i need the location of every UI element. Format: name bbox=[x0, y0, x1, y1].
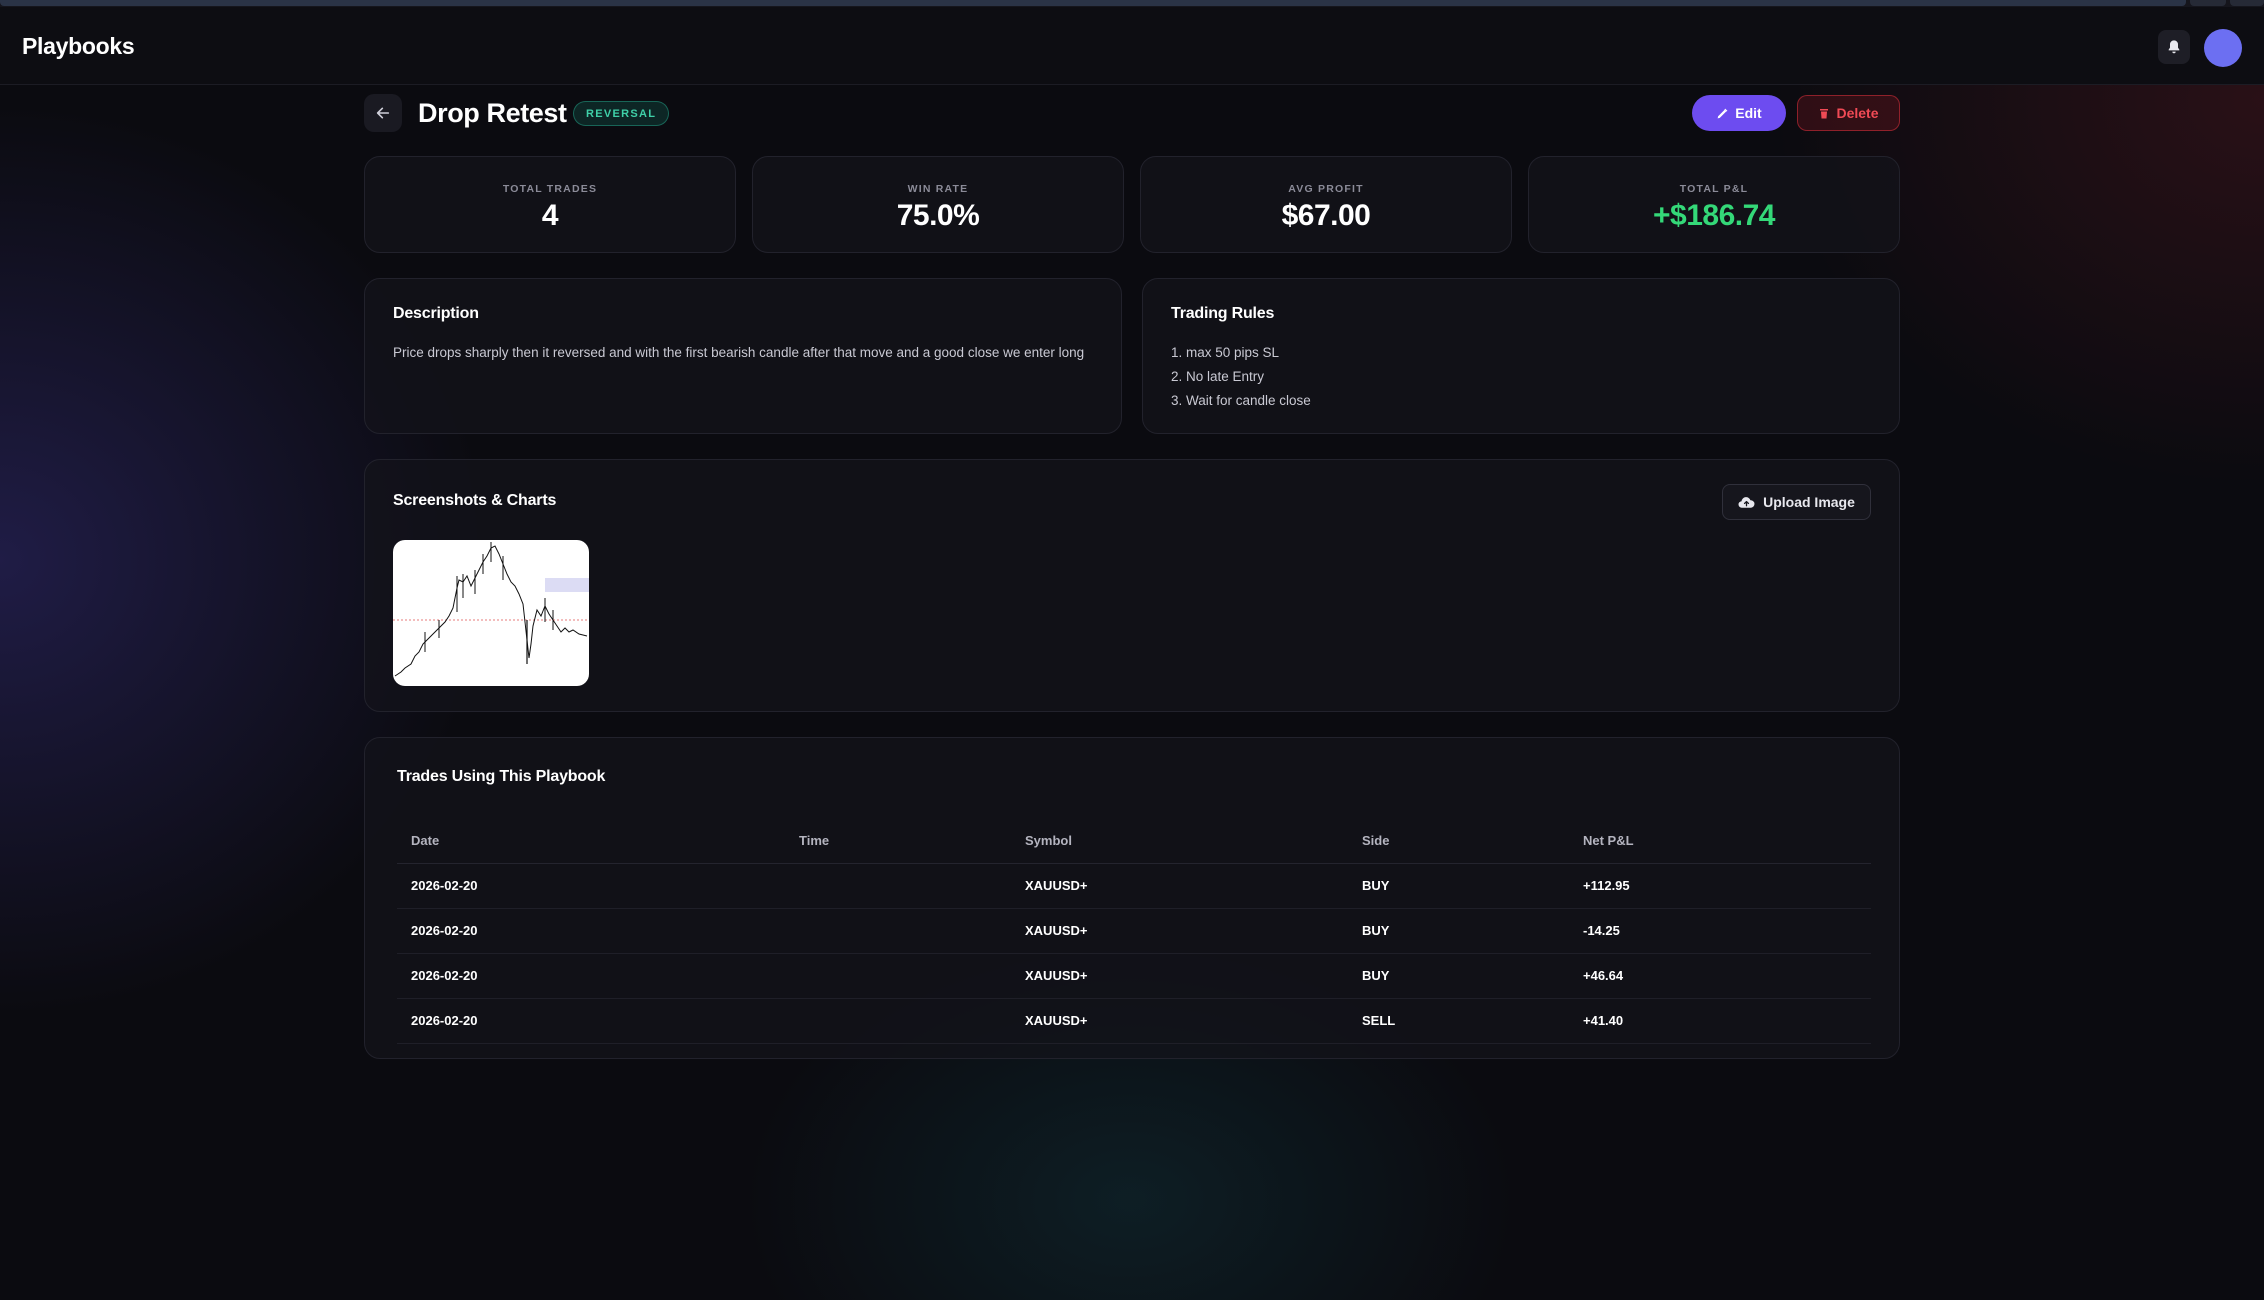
notifications-button[interactable] bbox=[2158, 30, 2190, 64]
stat-value: $67.00 bbox=[1281, 199, 1371, 232]
cell-date: 2026-02-20 bbox=[397, 953, 785, 999]
stat-card-total-trades: TOTAL TRADES 4 bbox=[364, 156, 736, 253]
stat-value: +$186.74 bbox=[1653, 199, 1775, 232]
column-header-date[interactable]: Date bbox=[397, 818, 785, 864]
page-header: Drop Retest REVERSAL Edit Delete bbox=[364, 92, 1900, 136]
browser-top-strip bbox=[0, 0, 2264, 7]
rule-item: 3. Wait for candle close bbox=[1171, 393, 1311, 408]
cell-symbol: XAUUSD+ bbox=[1011, 998, 1348, 1044]
table-row[interactable]: 2026-02-20 XAUUSD+ BUY -14.25 bbox=[397, 908, 1871, 954]
rule-item: 1. max 50 pips SL bbox=[1171, 345, 1280, 360]
cell-symbol: XAUUSD+ bbox=[1011, 908, 1348, 954]
cell-net-pnl: +112.95 bbox=[1569, 863, 1871, 909]
table-header-row: Date Time Symbol Side Net P&L bbox=[397, 818, 1871, 864]
category-tag: REVERSAL bbox=[573, 101, 670, 126]
upload-label: Upload Image bbox=[1763, 494, 1855, 510]
progress-strip bbox=[0, 0, 2186, 6]
cell-time bbox=[785, 998, 1011, 1044]
cell-net-pnl: -14.25 bbox=[1569, 908, 1871, 954]
cell-date: 2026-02-20 bbox=[397, 908, 785, 954]
stat-label: TOTAL TRADES bbox=[502, 183, 598, 195]
strip-segment bbox=[2190, 0, 2226, 6]
table-row[interactable]: 2026-02-20 XAUUSD+ BUY +112.95 bbox=[397, 863, 1871, 909]
upload-image-button[interactable]: Upload Image bbox=[1722, 484, 1871, 520]
bell-icon bbox=[2168, 40, 2180, 54]
description-card: Description Price drops sharply then it … bbox=[364, 278, 1122, 434]
stat-card-total-pnl: TOTAL P&L +$186.74 bbox=[1528, 156, 1900, 253]
strip-segment bbox=[2230, 0, 2264, 6]
cell-side: BUY bbox=[1348, 863, 1569, 909]
column-header-side[interactable]: Side bbox=[1348, 818, 1569, 864]
delete-button[interactable]: Delete bbox=[1797, 95, 1900, 131]
cell-time bbox=[785, 863, 1011, 909]
cell-date: 2026-02-20 bbox=[397, 998, 785, 1044]
arrow-left-icon bbox=[376, 107, 390, 119]
cell-net-pnl: +41.40 bbox=[1569, 998, 1871, 1044]
candlestick-chart-image bbox=[393, 542, 589, 677]
rule-item: 2. No late Entry bbox=[1171, 369, 1265, 384]
stat-value: 4 bbox=[541, 199, 559, 232]
delete-label: Delete bbox=[1836, 105, 1879, 121]
edit-label: Edit bbox=[1735, 105, 1762, 121]
description-text: Price drops sharply then it reversed and… bbox=[393, 345, 1085, 360]
stat-label: WIN RATE bbox=[907, 183, 969, 195]
trades-title: Trades Using This Playbook bbox=[397, 768, 606, 785]
column-header-time[interactable]: Time bbox=[785, 818, 1011, 864]
trading-rules-title: Trading Rules bbox=[1171, 305, 1275, 322]
cell-side: BUY bbox=[1348, 908, 1569, 954]
table-row[interactable]: 2026-02-20 XAUUSD+ BUY +46.64 bbox=[397, 953, 1871, 999]
stat-card-win-rate: WIN RATE 75.0% bbox=[752, 156, 1124, 253]
description-title: Description bbox=[393, 305, 479, 322]
app-title: Playbooks bbox=[22, 33, 135, 59]
top-bar: Playbooks bbox=[0, 7, 2264, 85]
chart-screenshot-thumbnail[interactable] bbox=[393, 540, 589, 686]
edit-button[interactable]: Edit bbox=[1692, 95, 1786, 131]
column-header-symbol[interactable]: Symbol bbox=[1011, 818, 1348, 864]
cell-side: SELL bbox=[1348, 998, 1569, 1044]
cell-time bbox=[785, 908, 1011, 954]
screenshots-title: Screenshots & Charts bbox=[393, 492, 557, 509]
stat-label: TOTAL P&L bbox=[1679, 183, 1749, 195]
trades-card: Trades Using This Playbook Date Time Sym… bbox=[364, 737, 1900, 1059]
trading-rules-card: Trading Rules 1. max 50 pips SL 2. No la… bbox=[1142, 278, 1900, 434]
trades-table: Date Time Symbol Side Net P&L 2026-02-20… bbox=[397, 818, 1871, 1044]
cloud-upload-icon bbox=[1738, 496, 1755, 508]
pencil-icon bbox=[1717, 108, 1728, 118]
screenshots-card: Screenshots & Charts Upload Image bbox=[364, 459, 1900, 712]
rules-list: 1. max 50 pips SL 2. No late Entry 3. Wa… bbox=[1171, 341, 1311, 413]
page-title: Drop Retest bbox=[418, 98, 567, 128]
avatar[interactable] bbox=[2204, 29, 2242, 67]
column-header-net-pnl[interactable]: Net P&L bbox=[1569, 818, 1871, 864]
cell-side: BUY bbox=[1348, 953, 1569, 999]
cell-net-pnl: +46.64 bbox=[1569, 953, 1871, 999]
trash-icon bbox=[1820, 108, 1829, 118]
cell-symbol: XAUUSD+ bbox=[1011, 953, 1348, 999]
stat-card-avg-profit: AVG PROFIT $67.00 bbox=[1140, 156, 1512, 253]
cell-time bbox=[785, 953, 1011, 999]
stat-label: AVG PROFIT bbox=[1288, 183, 1364, 195]
table-row[interactable]: 2026-02-20 XAUUSD+ SELL +41.40 bbox=[397, 998, 1871, 1044]
cell-symbol: XAUUSD+ bbox=[1011, 863, 1348, 909]
back-button[interactable] bbox=[364, 94, 402, 132]
stat-value: 75.0% bbox=[896, 199, 980, 232]
cell-date: 2026-02-20 bbox=[397, 863, 785, 909]
